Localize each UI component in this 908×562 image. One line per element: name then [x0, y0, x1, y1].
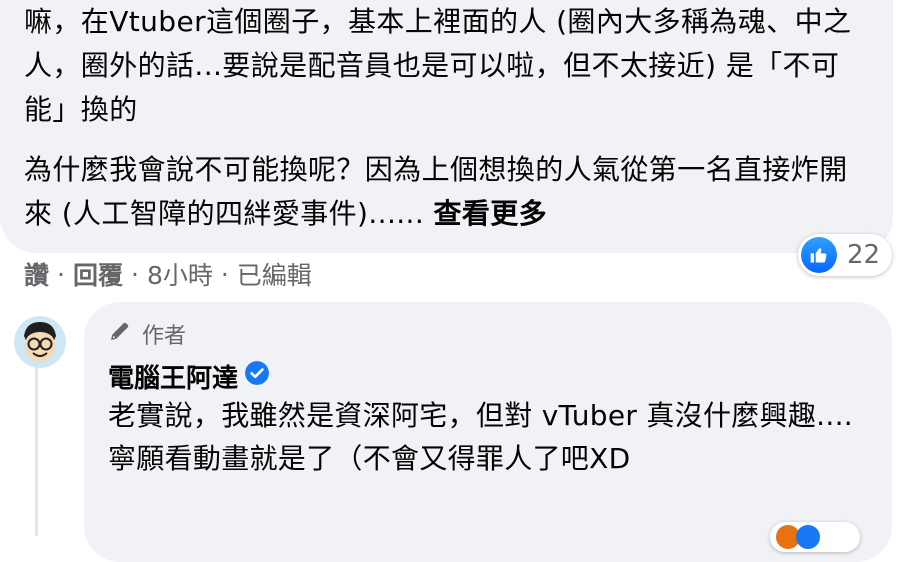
separator-dot: · [130, 259, 139, 289]
reply-body: 老實說，我雖然是資深阿宅，但對 vTuber 真沒什麼興趣.... 寧願看動畫就… [108, 394, 878, 480]
edited-label[interactable]: 已編輯 [237, 256, 312, 292]
author-badge: 作者 [108, 318, 186, 350]
like-link[interactable]: 讚 [24, 256, 49, 292]
author-name-row[interactable]: 電腦王阿達 [108, 358, 270, 395]
comment-bubble: 嘛，在Vtuber這個圈子，基本上裡面的人 (圈內大多稱為魂、中之人，圈外的話.… [0, 0, 893, 253]
author-badge-label: 作者 [142, 324, 187, 349]
separator-dot: · [57, 259, 65, 289]
thread-line [35, 366, 38, 536]
timestamp-link[interactable]: 8小時 [147, 256, 213, 292]
reaction-count: 22 [847, 240, 881, 270]
pen-icon [108, 319, 142, 349]
avatar[interactable] [14, 316, 66, 368]
reply-reaction-summary[interactable] [770, 522, 860, 552]
reply-bubble: 作者 電腦王阿達 老實說，我雖然是資深阿宅，但對 vTuber 真沒什麼興趣..… [84, 302, 892, 562]
like-icon [801, 237, 837, 273]
see-more-link[interactable]: 查看更多 [433, 197, 547, 230]
verified-check-icon [244, 360, 270, 393]
separator-dot: · [220, 259, 229, 289]
author-name[interactable]: 電腦王阿達 [108, 358, 238, 395]
reply-line-1: 老實說，我雖然是資深阿宅，但對 vTuber 真沒什麼興趣.... [108, 399, 853, 432]
comment-paragraph-2: 為什麼我會說不可能換呢？因為上個想換的人氣從第一名直接炸開來 (人工智障的四絆愛… [24, 148, 874, 236]
comment-actions: 讚 · 回覆 · 8小時 · 已編輯 [24, 256, 312, 292]
reaction-summary[interactable]: 22 [798, 234, 892, 276]
reply-link[interactable]: 回覆 [73, 256, 123, 292]
reply-line-2: 寧願看動畫就是了（不會又得罪人了吧XD [108, 442, 631, 475]
like-icon [796, 525, 820, 549]
comment-paragraph-1: 嘛，在Vtuber這個圈子，基本上裡面的人 (圈內大多稱為魂、中之人，圈外的話.… [24, 5, 852, 126]
